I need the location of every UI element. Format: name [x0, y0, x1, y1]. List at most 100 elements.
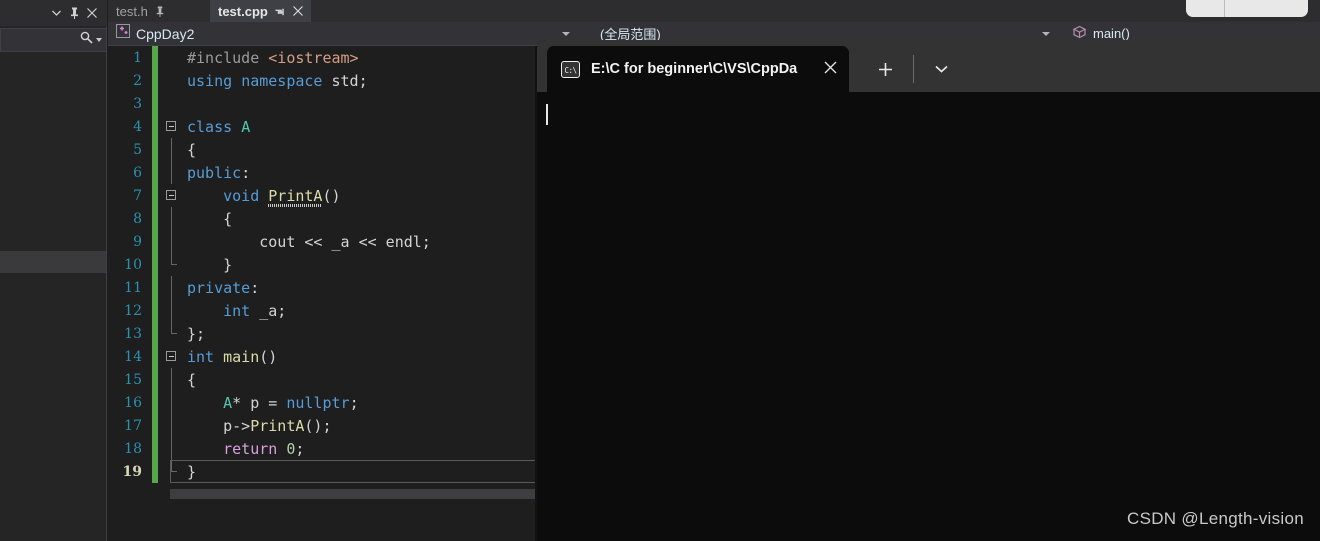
- code-text-area[interactable]: 1 #include <iostream> 2 using namespace std…: [108, 46, 535, 487]
- fold-indicator[interactable]: [164, 368, 181, 391]
- line-number: 14: [124, 348, 142, 365]
- code-text: #include <iostream>: [187, 48, 359, 67]
- fold-indicator[interactable]: [164, 345, 181, 368]
- chevron-down-icon[interactable]: [47, 4, 65, 22]
- line-number: 17: [124, 417, 142, 434]
- fold-indicator[interactable]: [164, 391, 181, 414]
- list-item[interactable]: [0, 97, 106, 119]
- line-number: 19: [122, 463, 142, 480]
- snap-layout-chip[interactable]: [1186, 0, 1308, 17]
- code-line[interactable]: 15 {: [108, 368, 535, 391]
- windows-terminal-window[interactable]: C:\ E:\C for beginner\C\VS\CppDa: [537, 40, 1320, 541]
- pin-icon[interactable]: [275, 6, 286, 17]
- change-marker: [148, 345, 164, 368]
- fold-indicator[interactable]: [164, 230, 181, 253]
- terminal-tab[interactable]: C:\ E:\C for beginner\C\VS\CppDa: [547, 46, 849, 92]
- list-item-selected[interactable]: [0, 251, 106, 273]
- code-line[interactable]: 8 {: [108, 207, 535, 230]
- line-number: 5: [133, 141, 142, 158]
- change-marker: [148, 368, 164, 391]
- code-line[interactable]: 17 p->PrintA();: [108, 414, 535, 437]
- project-selector[interactable]: CppDay2: [108, 22, 578, 45]
- fold-indicator[interactable]: [164, 92, 181, 115]
- list-item[interactable]: [0, 229, 106, 251]
- change-marker: [148, 391, 164, 414]
- code-text: };: [187, 324, 206, 343]
- toolbar-divider: [913, 55, 914, 83]
- terminal-output[interactable]: [537, 92, 1320, 541]
- change-marker: [148, 414, 164, 437]
- code-text: {: [187, 140, 197, 159]
- change-marker: [148, 46, 164, 69]
- code-line[interactable]: 9 cout << _a << endl;: [108, 230, 535, 253]
- fold-indicator[interactable]: [164, 414, 181, 437]
- close-icon[interactable]: [292, 6, 303, 16]
- code-line[interactable]: 10 }: [108, 253, 535, 276]
- list-item[interactable]: [0, 185, 106, 207]
- code-text: private:: [187, 278, 260, 297]
- code-line[interactable]: 13};: [108, 322, 535, 345]
- fold-indicator[interactable]: [164, 46, 181, 69]
- change-marker: [148, 437, 164, 460]
- code-line[interactable]: 1 #include <iostream>: [108, 46, 535, 69]
- tab-dropdown-button[interactable]: [919, 50, 963, 88]
- code-line[interactable]: 19}: [108, 460, 535, 483]
- list-item[interactable]: [0, 163, 106, 185]
- list-item[interactable]: [0, 141, 106, 163]
- list-item[interactable]: [0, 53, 106, 75]
- line-number: 2: [133, 72, 142, 89]
- line-number: 3: [133, 95, 142, 112]
- line-number: 12: [124, 302, 142, 319]
- fold-indicator[interactable]: [164, 69, 181, 92]
- scrollbar-thumb[interactable]: [170, 489, 588, 499]
- tool-window-search-box[interactable]: [0, 28, 107, 52]
- code-line[interactable]: 12 int _a;: [108, 299, 535, 322]
- fold-indicator[interactable]: [164, 115, 181, 138]
- code-line[interactable]: 11 private:: [108, 276, 535, 299]
- fold-indicator[interactable]: [164, 276, 181, 299]
- tab-test-h[interactable]: test.h: [108, 0, 173, 22]
- fold-indicator[interactable]: [164, 437, 181, 460]
- pin-icon[interactable]: [155, 6, 165, 17]
- fold-indicator[interactable]: [164, 138, 181, 161]
- code-line[interactable]: 18 return 0;: [108, 437, 535, 460]
- close-icon[interactable]: [821, 61, 839, 77]
- watermark: CSDN @Length-vision: [1127, 509, 1304, 528]
- code-line[interactable]: 4 class A: [108, 115, 535, 138]
- fold-indicator[interactable]: [164, 460, 181, 483]
- code-line[interactable]: 7 void PrintA(): [108, 184, 535, 207]
- change-marker: [148, 276, 164, 299]
- fold-indicator[interactable]: [164, 161, 181, 184]
- list-item[interactable]: [0, 119, 106, 141]
- new-tab-button[interactable]: [863, 50, 907, 88]
- chevron-down-icon[interactable]: [96, 38, 102, 42]
- line-number: 18: [124, 440, 142, 457]
- tool-window-tree[interactable]: [0, 53, 106, 541]
- terminal-titlebar[interactable]: C:\ E:\C for beginner\C\VS\CppDa: [537, 40, 1320, 92]
- code-line[interactable]: 16 A* p = nullptr;: [108, 391, 535, 414]
- code-line[interactable]: 14 int main(): [108, 345, 535, 368]
- change-marker: [148, 115, 164, 138]
- pin-icon[interactable]: [65, 4, 83, 22]
- tab-label: test.cpp: [218, 3, 268, 19]
- chevron-down-icon[interactable]: [1042, 32, 1050, 36]
- fold-indicator[interactable]: [164, 207, 181, 230]
- tab-test-cpp[interactable]: test.cpp: [210, 0, 311, 22]
- fold-indicator[interactable]: [164, 184, 181, 207]
- code-line[interactable]: 5{: [108, 138, 535, 161]
- fold-indicator[interactable]: [164, 322, 181, 345]
- fold-indicator[interactable]: [164, 299, 181, 322]
- list-item[interactable]: [0, 75, 106, 97]
- tool-window-header: [0, 0, 107, 26]
- code-line[interactable]: 2 using namespace std;: [108, 69, 535, 92]
- close-icon[interactable]: [83, 4, 101, 22]
- horizontal-scrollbar[interactable]: [170, 487, 588, 501]
- line-number: 4: [133, 118, 142, 135]
- chevron-down-icon[interactable]: [562, 32, 570, 36]
- change-marker: [148, 161, 164, 184]
- code-line[interactable]: 6 public:: [108, 161, 535, 184]
- fold-indicator[interactable]: [164, 253, 181, 276]
- code-line[interactable]: 3: [108, 92, 535, 115]
- list-item[interactable]: [0, 207, 106, 229]
- search-icon: [80, 31, 93, 49]
